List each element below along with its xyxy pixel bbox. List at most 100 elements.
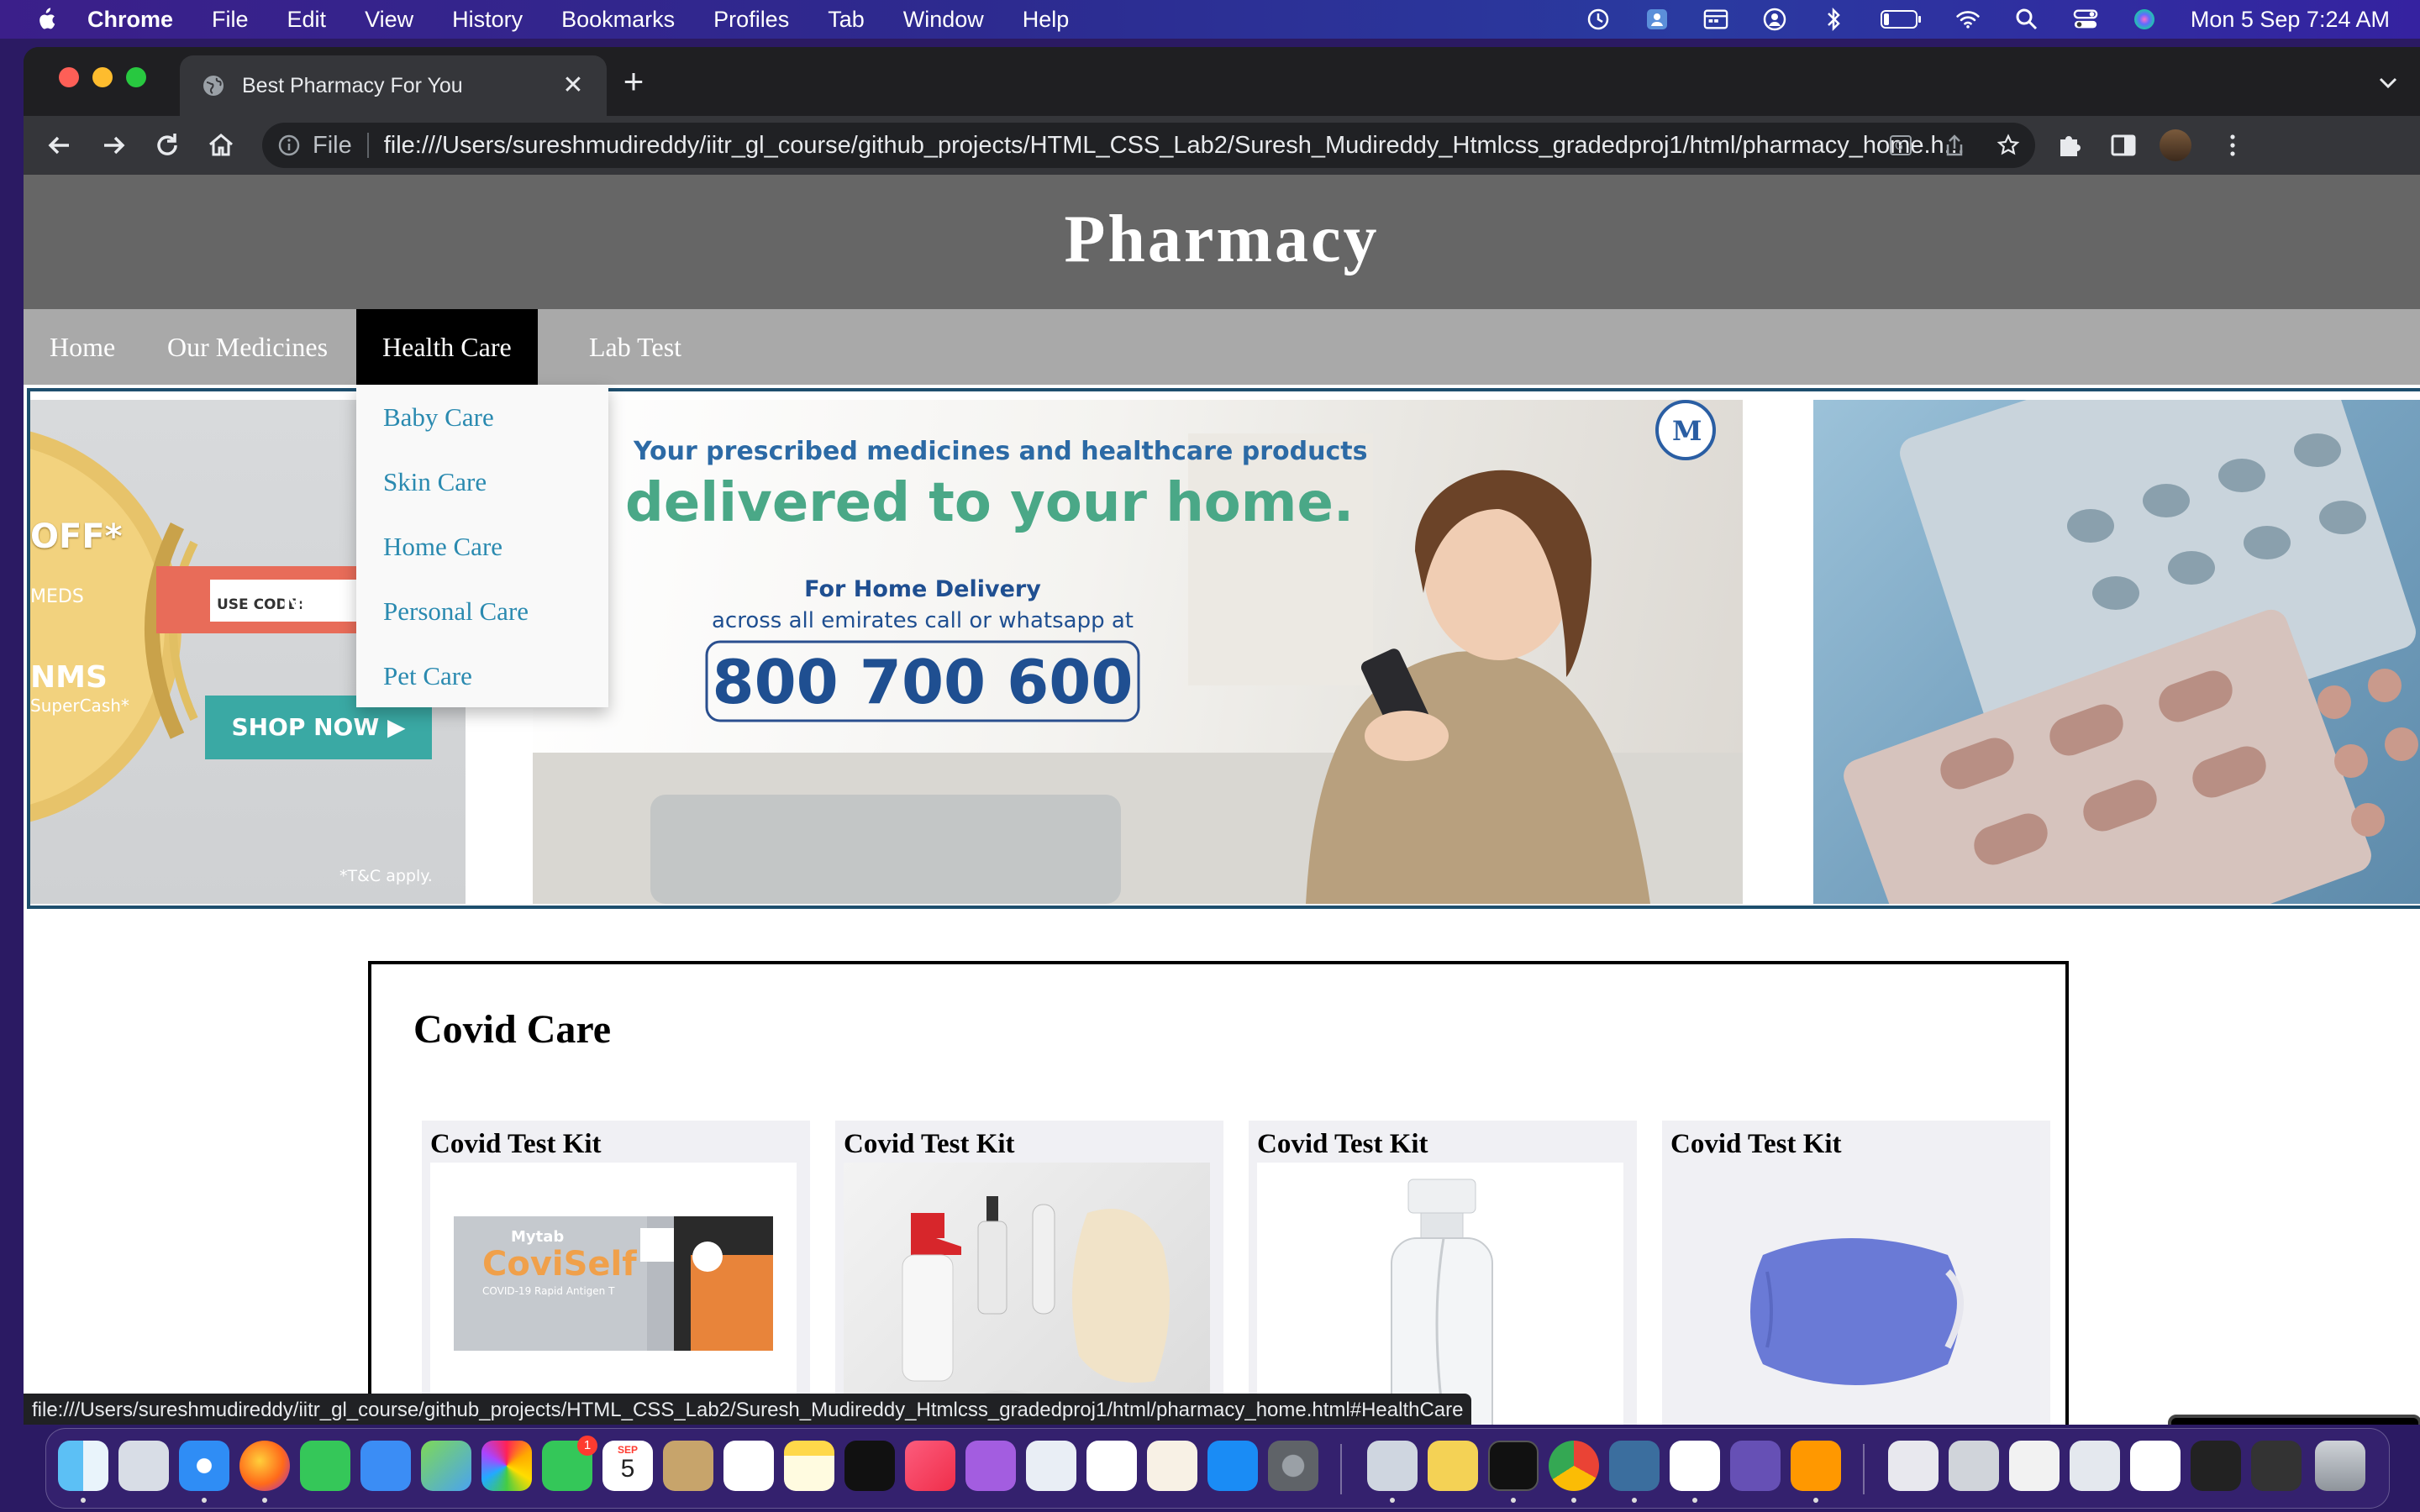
reload-icon[interactable] — [151, 129, 183, 161]
browser-tab[interactable]: Best Pharmacy For You ✕ — [180, 55, 607, 116]
keynote-icon[interactable] — [1026, 1441, 1076, 1491]
music-icon[interactable] — [905, 1441, 955, 1491]
account-icon[interactable] — [1762, 8, 1787, 31]
menu-window[interactable]: Window — [903, 7, 984, 33]
launchpad-icon[interactable] — [118, 1441, 169, 1491]
recent-document-icon[interactable] — [2130, 1441, 2181, 1491]
window-minimize-button[interactable] — [92, 67, 113, 87]
menu-edit[interactable]: Edit — [287, 7, 327, 33]
translate-icon[interactable]: G — [1889, 134, 1912, 157]
side-panel-icon[interactable] — [2107, 129, 2139, 161]
nav-home[interactable]: Home — [24, 309, 141, 385]
pages-icon[interactable] — [1147, 1441, 1197, 1491]
tab-search-chevron-icon[interactable] — [2373, 67, 2403, 97]
trash-icon[interactable] — [2315, 1441, 2365, 1491]
preview-icon[interactable] — [1367, 1441, 1418, 1491]
dropdown-home-care[interactable]: Home Care — [356, 514, 608, 579]
recent-document-icon[interactable] — [2191, 1441, 2241, 1491]
recent-document-icon[interactable] — [1888, 1441, 1939, 1491]
new-tab-button[interactable]: + — [617, 64, 650, 99]
menu-bookmarks[interactable]: Bookmarks — [561, 7, 675, 33]
bluetooth-icon[interactable] — [1821, 7, 1846, 32]
nav-lab-test[interactable]: Lab Test — [563, 309, 708, 385]
menu-help[interactable]: Help — [1023, 7, 1070, 33]
delivery-banner-slide[interactable]: M Your prescribed medicines and healthca… — [533, 400, 1743, 904]
mail-icon[interactable] — [360, 1441, 411, 1491]
home-icon[interactable] — [205, 129, 237, 161]
mysql-workbench-icon[interactable] — [1609, 1441, 1660, 1491]
chrome-icon[interactable] — [1549, 1441, 1599, 1491]
time-machine-icon[interactable] — [1586, 8, 1611, 31]
nav-health-care[interactable]: Health Care — [356, 309, 538, 385]
profile-avatar[interactable] — [2160, 129, 2191, 161]
address-bar[interactable]: File file:///Users/sureshmudireddy/iitr_… — [262, 123, 2035, 168]
battery-icon[interactable] — [1880, 8, 1922, 31]
system-preferences-icon[interactable] — [1268, 1441, 1318, 1491]
facetime-icon[interactable]: 1 — [542, 1436, 597, 1491]
bookmark-star-icon[interactable] — [1996, 134, 2020, 157]
url-text[interactable]: file:///Users/sureshmudireddy/iitr_gl_co… — [384, 132, 2035, 160]
vscode-icon[interactable] — [1670, 1441, 1720, 1491]
macos-menu-bar: Chrome File Edit View History Bookmarks … — [0, 0, 2420, 39]
sublime-icon[interactable] — [1791, 1441, 1841, 1491]
menu-history[interactable]: History — [452, 7, 523, 33]
dropdown-pet-care[interactable]: Pet Care — [356, 643, 608, 708]
apple-logo-icon[interactable] — [34, 7, 57, 32]
bbedit-icon[interactable] — [1730, 1441, 1781, 1491]
spotlight-icon[interactable] — [2014, 8, 2039, 31]
notes-icon[interactable] — [784, 1441, 834, 1491]
safari-icon[interactable] — [179, 1441, 229, 1491]
messages-icon[interactable] — [300, 1441, 350, 1491]
terminal-icon[interactable] — [1488, 1441, 1539, 1491]
product-card[interactable]: Covid Test Kit — [1249, 1121, 1637, 1425]
numbers-icon[interactable] — [1086, 1441, 1137, 1491]
extensions-puzzle-icon[interactable] — [2054, 129, 2086, 161]
wifi-icon[interactable] — [1955, 8, 1981, 31]
menu-tab[interactable]: Tab — [828, 7, 865, 33]
podcasts-icon[interactable] — [965, 1441, 1016, 1491]
window-close-button[interactable] — [59, 67, 79, 87]
delivery-phone-number[interactable]: 800 700 600 — [707, 647, 1139, 717]
menu-view[interactable]: View — [365, 7, 413, 33]
product-card[interactable]: Covid Test Kit — [835, 1121, 1223, 1425]
forward-arrow-icon[interactable] — [97, 129, 129, 161]
link-status-bar: file:///Users/sureshmudireddy/iitr_gl_co… — [24, 1394, 1472, 1425]
recent-document-icon[interactable] — [1949, 1441, 1999, 1491]
recent-document-icon[interactable] — [2251, 1441, 2302, 1491]
stickies-icon[interactable] — [1428, 1441, 1478, 1491]
dropdown-skin-care[interactable]: Skin Care — [356, 449, 608, 514]
delivery-for-home-text: For Home Delivery — [804, 576, 1041, 602]
maps-icon[interactable] — [421, 1441, 471, 1491]
reminders-icon[interactable] — [723, 1441, 774, 1491]
photos-icon[interactable] — [481, 1441, 532, 1491]
recent-document-icon[interactable] — [2070, 1441, 2120, 1491]
menu-app-name[interactable]: Chrome — [87, 7, 173, 33]
control-center-icon[interactable] — [2073, 8, 2098, 31]
siri-icon[interactable] — [2132, 8, 2157, 31]
user-switch-icon[interactable] — [1644, 8, 1670, 31]
share-icon[interactable] — [1943, 134, 1966, 157]
tab-close-icon[interactable]: ✕ — [560, 72, 587, 99]
nav-our-medicines[interactable]: Our Medicines — [141, 309, 354, 385]
calendar-status-icon[interactable] — [1703, 8, 1728, 31]
menu-file[interactable]: File — [212, 7, 249, 33]
recent-document-icon[interactable] — [2009, 1441, 2060, 1491]
contacts-icon[interactable] — [663, 1441, 713, 1491]
dropdown-personal-care[interactable]: Personal Care — [356, 579, 608, 643]
menu-profiles[interactable]: Profiles — [713, 7, 789, 33]
menubar-clock[interactable]: Mon 5 Sep 7:24 AM — [2191, 7, 2390, 33]
calendar-icon[interactable]: SEP 5 — [602, 1441, 653, 1491]
kebab-menu-icon[interactable] — [2217, 129, 2249, 161]
window-zoom-button[interactable] — [126, 67, 146, 87]
back-arrow-icon[interactable] — [44, 129, 76, 161]
info-icon[interactable] — [277, 134, 301, 157]
pills-banner-slide[interactable] — [1813, 400, 2420, 904]
firefox-icon[interactable] — [239, 1441, 290, 1491]
app-store-icon[interactable] — [1207, 1441, 1258, 1491]
dropdown-baby-care[interactable]: Baby Care — [356, 385, 608, 449]
finder-icon[interactable] — [58, 1441, 108, 1491]
screenshot-thumbnail-preview[interactable] — [2168, 1415, 2420, 1425]
product-card[interactable]: Covid Test Kit Mytab CoviSelf COVID-19 R… — [422, 1121, 810, 1425]
product-card[interactable]: Covid Test Kit — [1662, 1121, 2050, 1425]
tv-icon[interactable] — [844, 1441, 895, 1491]
